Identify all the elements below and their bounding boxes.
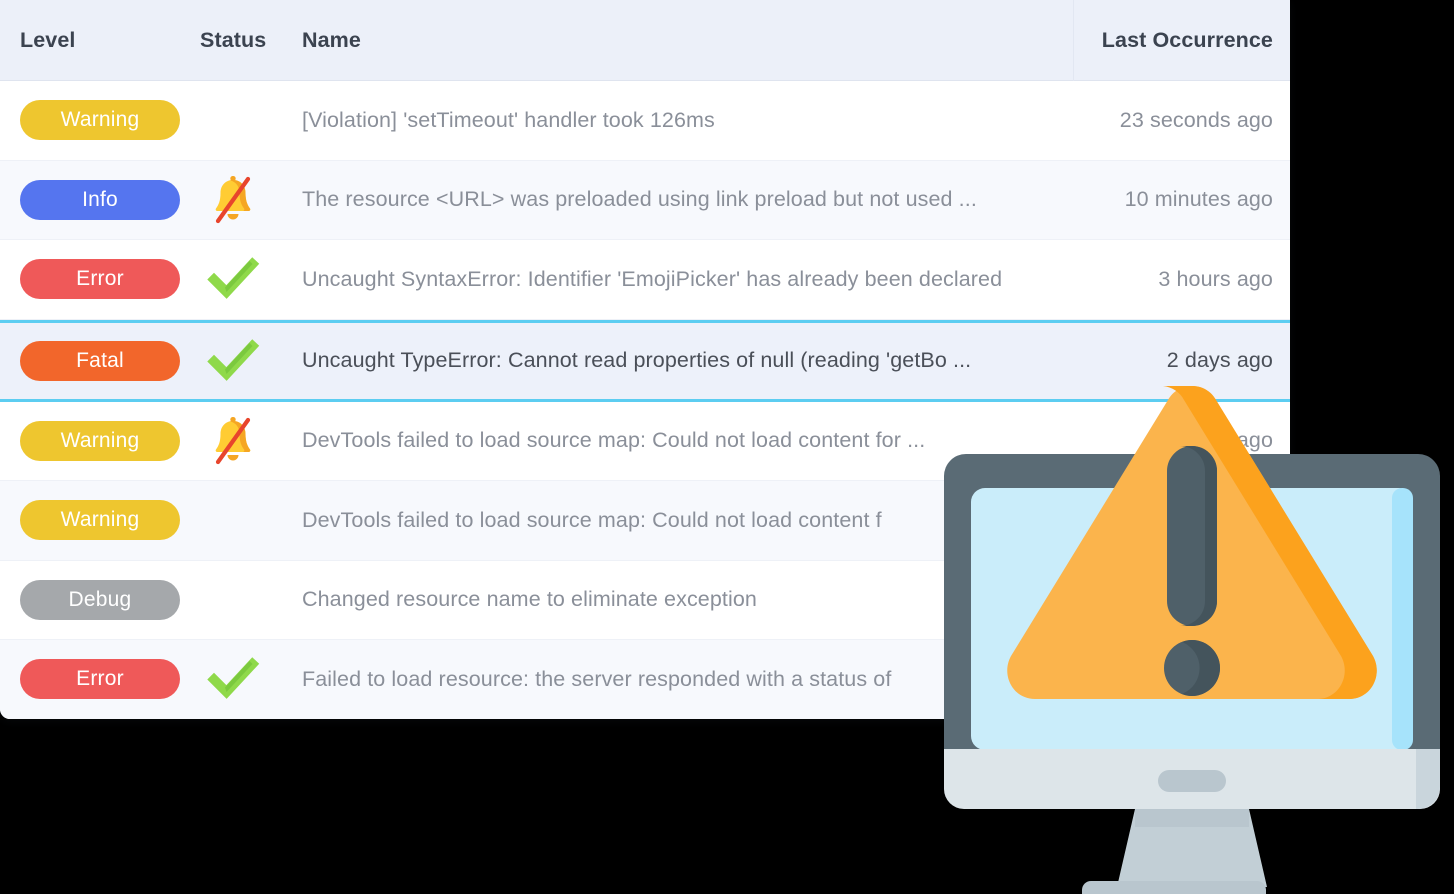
level-badge: Info bbox=[20, 179, 180, 220]
log-message-text: [Violation] 'setTimeout' handler took 12… bbox=[302, 107, 715, 132]
cell-last-occurrence: 23 seconds ago bbox=[1073, 108, 1290, 133]
log-message-text: Failed to load resource: the server resp… bbox=[302, 666, 892, 691]
log-message-text: Uncaught SyntaxError: Identifier 'EmojiP… bbox=[302, 266, 1003, 291]
green-check-icon[interactable] bbox=[206, 252, 260, 306]
cell-level: Warning bbox=[0, 420, 200, 461]
last-occurrence-text: 10 minutes ago bbox=[1124, 187, 1273, 212]
cell-level: Warning bbox=[0, 100, 200, 141]
cell-last-occurrence: 2 days ago bbox=[1073, 348, 1290, 373]
cell-name[interactable]: Uncaught SyntaxError: Identifier 'EmojiP… bbox=[300, 267, 1073, 292]
header-column-divider bbox=[1073, 0, 1074, 81]
monitor-warning-illustration bbox=[930, 378, 1454, 894]
column-header-name[interactable]: Name bbox=[300, 28, 1073, 53]
log-message-text: DevTools failed to load source map: Coul… bbox=[302, 507, 882, 532]
level-badge: Warning bbox=[20, 500, 180, 541]
table-row[interactable]: Warning [Violation] 'setTimeout' handler … bbox=[0, 81, 1290, 161]
cell-status bbox=[200, 414, 300, 468]
cell-last-occurrence: 10 minutes ago bbox=[1073, 187, 1290, 212]
table-row[interactable]: Error Uncaught SyntaxError: Identifier '… bbox=[0, 240, 1290, 320]
cell-level: Error bbox=[0, 659, 200, 700]
cell-level: Fatal bbox=[0, 340, 200, 381]
level-badge: Error bbox=[20, 259, 180, 300]
cell-level: Debug bbox=[0, 579, 200, 620]
cell-level: Info bbox=[0, 179, 200, 220]
level-badge: Fatal bbox=[20, 340, 180, 381]
log-message-text: Uncaught TypeError: Cannot read properti… bbox=[302, 348, 972, 372]
cell-name[interactable]: Uncaught TypeError: Cannot read properti… bbox=[300, 348, 1073, 373]
cell-status bbox=[200, 334, 300, 388]
last-occurrence-text: 3 hours ago bbox=[1158, 266, 1273, 291]
level-badge: Warning bbox=[20, 100, 180, 141]
column-header-status[interactable]: Status bbox=[200, 28, 300, 53]
level-badge: Error bbox=[20, 659, 180, 700]
cell-status bbox=[200, 173, 300, 227]
level-badge: Debug bbox=[20, 579, 180, 620]
cell-level: Error bbox=[0, 259, 200, 300]
bell-muted-icon[interactable] bbox=[206, 173, 260, 227]
cell-last-occurrence: 3 hours ago bbox=[1073, 267, 1290, 292]
table-row[interactable]: Info The resource <URL> was preloaded us… bbox=[0, 160, 1290, 240]
log-message-text: DevTools failed to load source map: Coul… bbox=[302, 428, 926, 453]
cell-name[interactable]: [Violation] 'setTimeout' handler took 12… bbox=[300, 108, 1073, 133]
last-occurrence-text: 23 seconds ago bbox=[1119, 107, 1273, 132]
column-header-last-occurrence[interactable]: Last Occurrence bbox=[1073, 28, 1290, 53]
bell-muted-icon[interactable] bbox=[206, 414, 260, 468]
log-message-text: The resource <URL> was preloaded using l… bbox=[302, 187, 977, 212]
cell-level: Warning bbox=[0, 500, 200, 541]
cell-status bbox=[200, 652, 300, 706]
green-check-icon[interactable] bbox=[206, 652, 260, 706]
column-header-level[interactable]: Level bbox=[0, 28, 200, 53]
screenshot-stage: Level Status Name Last Occurrence Warnin… bbox=[0, 0, 1454, 894]
last-occurrence-text: 2 days ago bbox=[1166, 348, 1273, 372]
log-message-text: Changed resource name to eliminate excep… bbox=[302, 587, 757, 612]
cell-status bbox=[200, 252, 300, 306]
table-header-row: Level Status Name Last Occurrence bbox=[0, 0, 1290, 81]
green-check-icon[interactable] bbox=[206, 334, 260, 388]
cell-name[interactable]: The resource <URL> was preloaded using l… bbox=[300, 187, 1073, 212]
level-badge: Warning bbox=[20, 420, 180, 461]
